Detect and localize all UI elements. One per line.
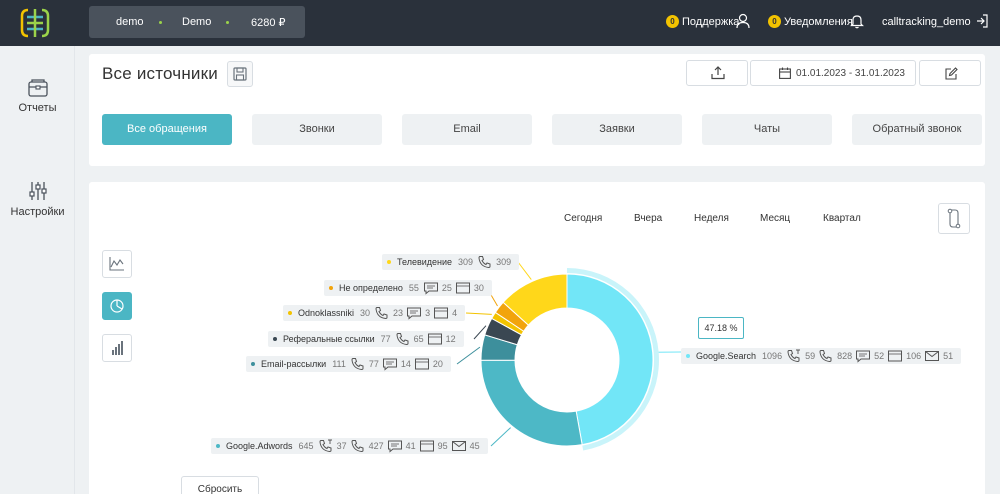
separator-dot-icon (226, 21, 229, 24)
period-month[interactable]: Месяц (760, 213, 790, 224)
phone-icon (351, 358, 364, 371)
calendar-icon (779, 67, 791, 79)
phone-icon (375, 307, 388, 320)
bar-chart-icon (112, 341, 123, 355)
legend-dot-icon (288, 311, 292, 315)
date-range-picker[interactable]: 01.01.2023 - 31.01.2023 (750, 60, 916, 86)
request-form-icon (427, 333, 442, 345)
legend-label-undefined[interactable]: Не определено 55 25 30 (324, 280, 492, 296)
line-chart-icon (109, 257, 124, 271)
legend-dot-icon (251, 362, 255, 366)
report-header: Все источники 01.01.2023 - 31.01.2023 Вс… (89, 54, 985, 166)
request-form-icon (888, 350, 903, 362)
reports-icon (27, 79, 48, 97)
slice-percent-tooltip: 47.18 % (698, 317, 744, 339)
date-range-value: 01.01.2023 - 31.01.2023 (796, 68, 905, 79)
sidebar-item-label: Настройки (10, 206, 65, 218)
period-today[interactable]: Сегодня (564, 213, 602, 224)
phone-alt-icon (319, 439, 332, 453)
sidebar: Отчеты Настройки (0, 46, 75, 494)
chat-icon (387, 440, 402, 453)
compare-button[interactable] (938, 203, 970, 234)
tab-calls[interactable]: Звонки (252, 114, 382, 145)
support-link[interactable]: 0 Поддержка (666, 0, 750, 46)
save-report-button[interactable] (227, 61, 253, 87)
sidebar-item-reports[interactable]: Отчеты (0, 78, 75, 114)
support-person-icon (736, 13, 750, 29)
legend-dot-icon (329, 286, 333, 290)
email-envelope-icon (925, 351, 940, 361)
notifications-count-badge: 0 (768, 15, 781, 28)
chat-icon (423, 282, 438, 295)
sidebar-item-label: Отчеты (18, 102, 57, 114)
user-menu[interactable]: calltracking_demo (882, 0, 992, 46)
floppy-disk-icon (233, 67, 247, 81)
bell-icon (850, 15, 864, 29)
support-count-badge: 0 (666, 15, 679, 28)
tab-email[interactable]: Email (402, 114, 532, 145)
request-form-icon (414, 358, 429, 370)
sidebar-item-settings[interactable]: Настройки (0, 180, 75, 218)
phone-icon (819, 350, 832, 363)
export-button[interactable] (686, 60, 748, 86)
line-chart-view-button[interactable] (102, 250, 132, 278)
email-envelope-icon (451, 441, 466, 451)
legend-label-tv[interactable]: Телевидение 309 309 (382, 254, 520, 270)
phone-alt-icon (787, 349, 801, 363)
request-form-icon (455, 282, 470, 294)
settings-sliders-icon (28, 182, 47, 200)
top-bar: demo Demo 6280 ₽ 0 Поддержка 0 Уведомлен… (0, 0, 1000, 46)
logout-icon[interactable] (975, 13, 989, 29)
legend-label-google-adwords[interactable]: Google.Adwords 645 37 427 41 95 45 (211, 438, 488, 454)
edit-pencil-icon (945, 67, 958, 80)
tab-callback[interactable]: Обратный звонок (852, 114, 982, 145)
tab-chats[interactable]: Чаты (702, 114, 832, 145)
balance: 6280 ₽ (251, 17, 286, 29)
account-name: demo (116, 16, 144, 28)
legend-dot-icon (387, 260, 391, 264)
phone-icon (396, 333, 409, 346)
legend-label-email-campaigns[interactable]: Email-рассылки 111 77 14 20 (246, 356, 451, 372)
logo-icon[interactable] (18, 6, 52, 40)
pie-chart-view-button[interactable] (102, 292, 132, 320)
legend-label-google-search[interactable]: Google.Search 1096 59 828 52 106 51 (681, 348, 962, 364)
request-form-icon (419, 440, 434, 452)
edit-button[interactable] (919, 60, 981, 86)
compare-arrows-icon (947, 208, 961, 229)
period-week[interactable]: Неделя (694, 213, 729, 224)
legend-dot-icon (216, 444, 220, 448)
notifications-link[interactable]: 0 Уведомления (768, 0, 864, 46)
account-switcher[interactable]: demo Demo 6280 ₽ (89, 6, 305, 38)
notifications-label: Уведомления (784, 16, 853, 28)
legend-dot-icon (273, 337, 277, 341)
period-yesterday[interactable]: Вчера (634, 213, 662, 224)
separator-dot-icon (159, 21, 162, 24)
tab-requests[interactable]: Заявки (552, 114, 682, 145)
chat-icon (407, 307, 422, 320)
legend-dot-icon (686, 354, 690, 358)
reset-button[interactable]: Сбросить (181, 476, 259, 494)
period-quarter[interactable]: Квартал (823, 213, 861, 224)
username: calltracking_demo (882, 16, 971, 28)
period-selector: Сегодня Вчера Неделя Месяц Квартал (521, 202, 899, 234)
tab-all[interactable]: Все обращения (102, 114, 232, 145)
legend-label-referral[interactable]: Реферальные ссылки 77 65 12 (268, 331, 464, 347)
phone-icon (351, 440, 364, 453)
bar-chart-view-button[interactable] (102, 334, 132, 362)
phone-icon (478, 256, 491, 269)
account-label: Demo (182, 16, 212, 28)
chat-icon (856, 350, 871, 363)
page-title: Все источники (102, 64, 218, 83)
legend-label-odnoklassniki[interactable]: Odnoklassniki 30 23 3 4 (283, 305, 466, 321)
pie-chart-icon (110, 299, 124, 313)
support-label: Поддержка (682, 16, 740, 28)
chat-icon (382, 358, 397, 371)
request-form-icon (434, 307, 449, 319)
upload-icon (711, 66, 725, 80)
